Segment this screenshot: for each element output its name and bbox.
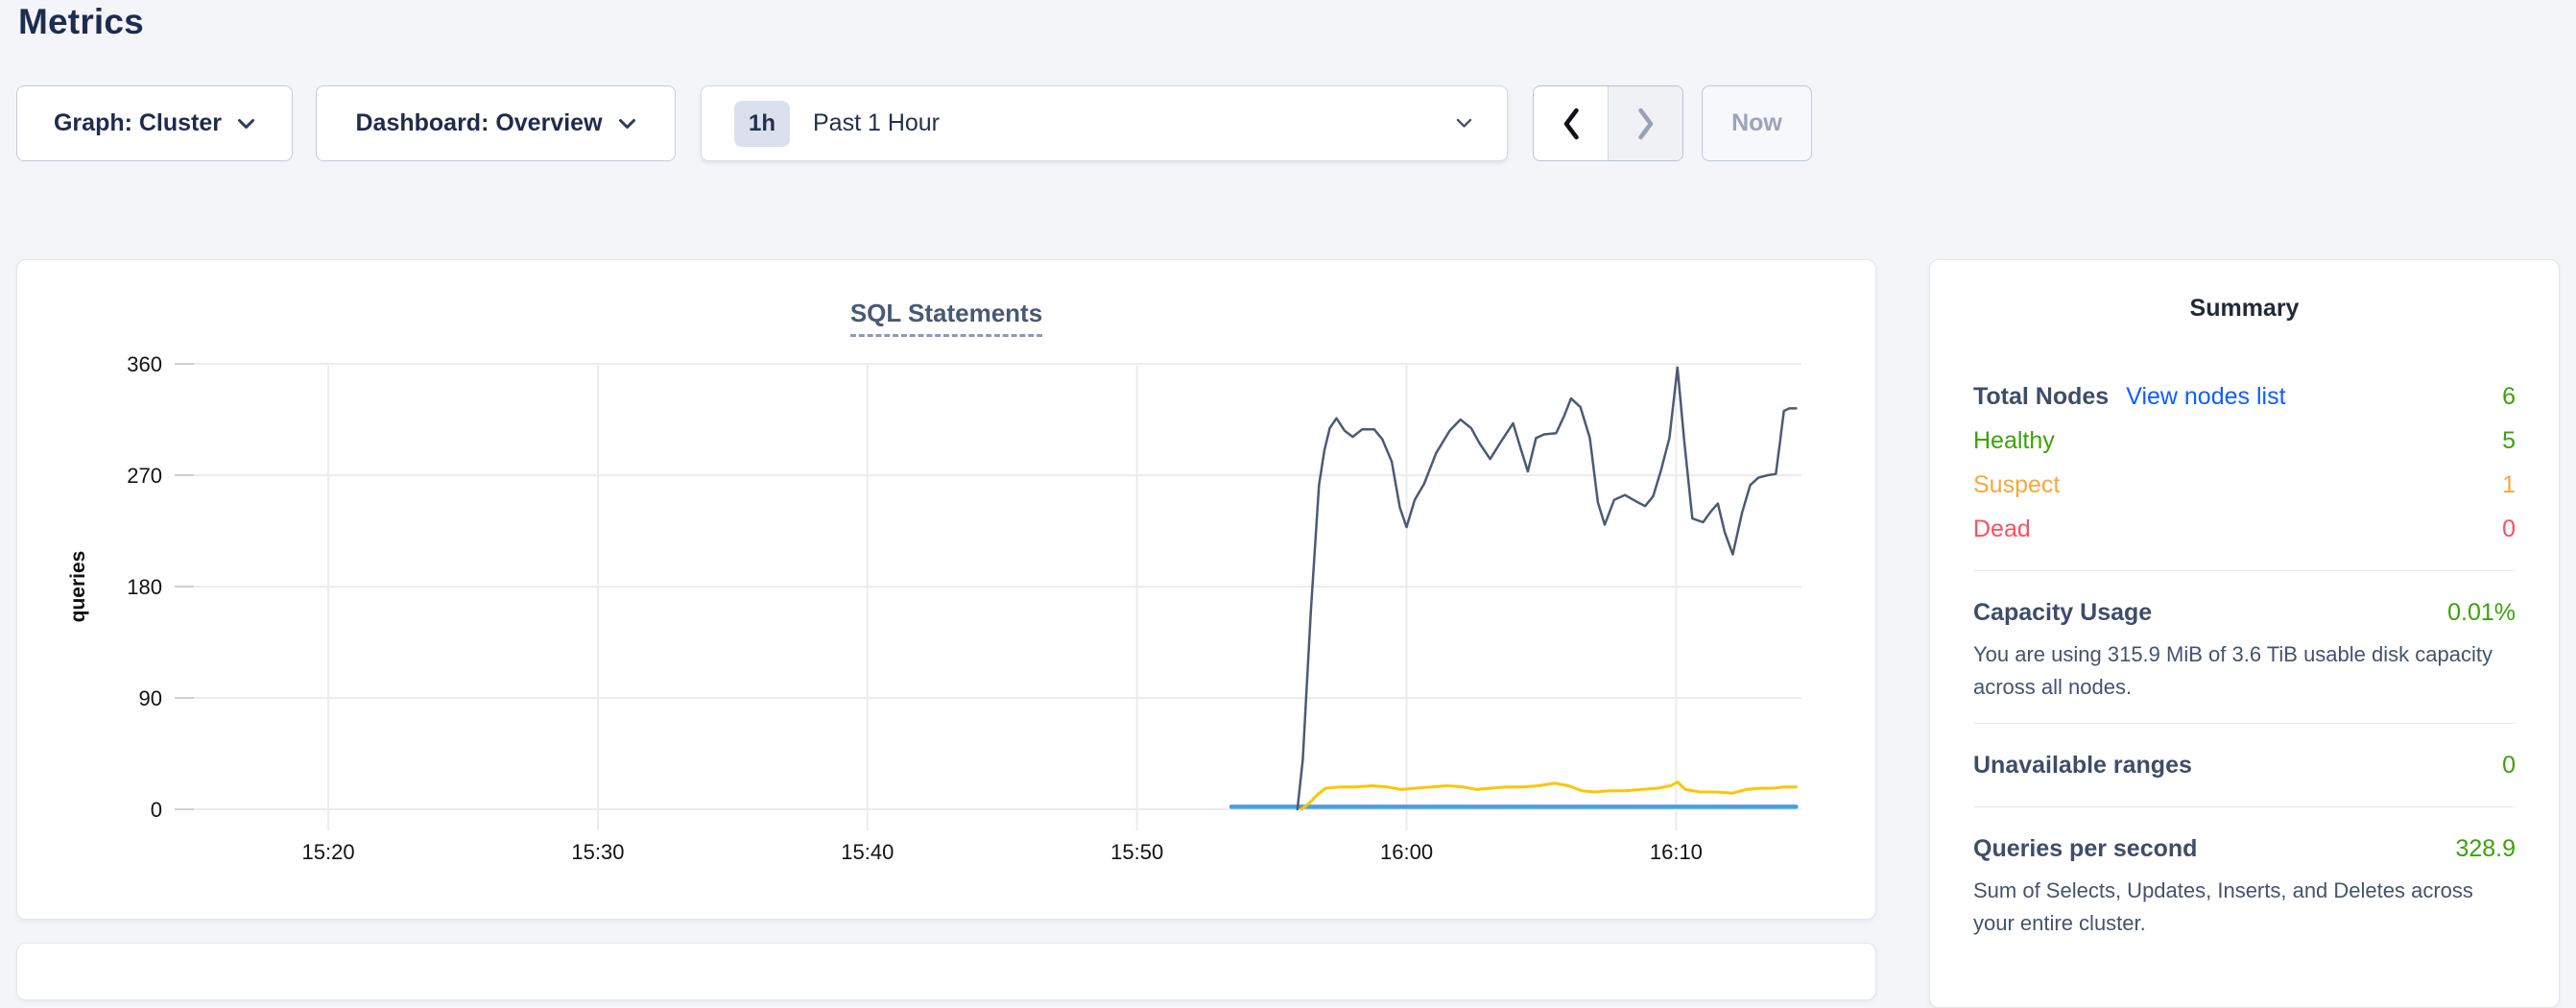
sql-statements-chart[interactable]: 0 90 180 270 360 15:20 15:30 15:40 15:50 16:00 16:…: [17, 260, 1877, 921]
dashboard-dropdown[interactable]: Dashboard: Overview: [316, 85, 676, 161]
chevron-down-icon: [618, 118, 636, 130]
graph-dropdown[interactable]: Graph: Cluster: [16, 85, 293, 161]
total-nodes-row: Total Nodes View nodes list 6: [1973, 374, 2516, 419]
capacity-usage-row: Capacity Usage 0.01%: [1973, 590, 2516, 635]
chevron-left-icon: [1562, 108, 1581, 140]
queries-per-second-label: Queries per second: [1973, 827, 2197, 871]
total-nodes-value: 6: [2502, 374, 2516, 419]
queries-per-second-description: Sum of Selects, Updates, Inserts, and De…: [1973, 875, 2516, 940]
divider: [1973, 570, 2516, 571]
page-title: Metrics: [18, 2, 144, 42]
svg-text:360: 360: [127, 352, 162, 376]
next-time-button[interactable]: [1609, 86, 1682, 160]
healthy-value: 5: [2502, 419, 2516, 463]
divider: [1973, 723, 2516, 724]
suspect-label: Suspect: [1973, 463, 2060, 507]
suspect-value: 1: [2502, 463, 2516, 507]
queries-per-second-value: 328.9: [2455, 827, 2516, 871]
suspect-nodes-row: Suspect 1: [1973, 463, 2516, 507]
svg-text:15:30: 15:30: [571, 840, 624, 864]
queries-per-second-row: Queries per second 328.9: [1973, 827, 2516, 871]
view-nodes-list-link[interactable]: View nodes list: [2126, 374, 2285, 419]
time-pager: [1533, 85, 1683, 161]
time-range-badge: 1h: [734, 101, 790, 147]
capacity-usage-description: You are using 315.9 MiB of 3.6 TiB usabl…: [1973, 638, 2516, 704]
chevron-down-icon: [237, 118, 255, 130]
svg-text:15:40: 15:40: [841, 840, 894, 864]
healthy-label: Healthy: [1973, 419, 2055, 463]
dashboard-dropdown-label: Dashboard: Overview: [355, 109, 602, 137]
total-nodes-label: Total Nodes: [1973, 374, 2109, 419]
chevron-right-icon: [1636, 108, 1656, 140]
svg-text:0: 0: [151, 798, 162, 822]
graph-dropdown-label: Graph: Cluster: [54, 109, 222, 137]
dead-value: 0: [2502, 507, 2516, 551]
time-range-label: Past 1 Hour: [813, 109, 940, 137]
summary-title: Summary: [1973, 295, 2516, 323]
prev-time-button[interactable]: [1534, 86, 1609, 160]
sql-statements-chart-card: SQL Statements queries 09018027036015:20…: [16, 259, 1876, 920]
capacity-usage-value: 0.01%: [2447, 590, 2516, 635]
unavailable-ranges-value: 0: [2502, 743, 2516, 787]
unavailable-ranges-row: Unavailable ranges 0: [1973, 743, 2516, 787]
healthy-nodes-row: Healthy 5: [1973, 419, 2516, 463]
svg-text:270: 270: [127, 464, 162, 488]
dead-label: Dead: [1973, 507, 2031, 551]
svg-text:15:50: 15:50: [1110, 840, 1163, 864]
svg-text:180: 180: [127, 575, 162, 599]
svg-text:90: 90: [139, 686, 162, 710]
capacity-usage-label: Capacity Usage: [1973, 590, 2152, 635]
svg-text:15:20: 15:20: [302, 840, 355, 864]
dead-nodes-row: Dead 0: [1973, 507, 2516, 551]
summary-card: Summary Total Nodes View nodes list 6 He…: [1929, 259, 2560, 1008]
next-chart-card: [16, 943, 1876, 1000]
svg-text:16:00: 16:00: [1380, 840, 1433, 864]
time-range-dropdown[interactable]: 1h Past 1 Hour: [701, 85, 1508, 161]
svg-text:16:10: 16:10: [1650, 840, 1703, 864]
chevron-down-icon: [1456, 118, 1472, 129]
divider: [1973, 806, 2516, 807]
now-button-label: Now: [1731, 109, 1782, 137]
now-button[interactable]: Now: [1702, 85, 1812, 161]
unavailable-ranges-label: Unavailable ranges: [1973, 743, 2192, 787]
